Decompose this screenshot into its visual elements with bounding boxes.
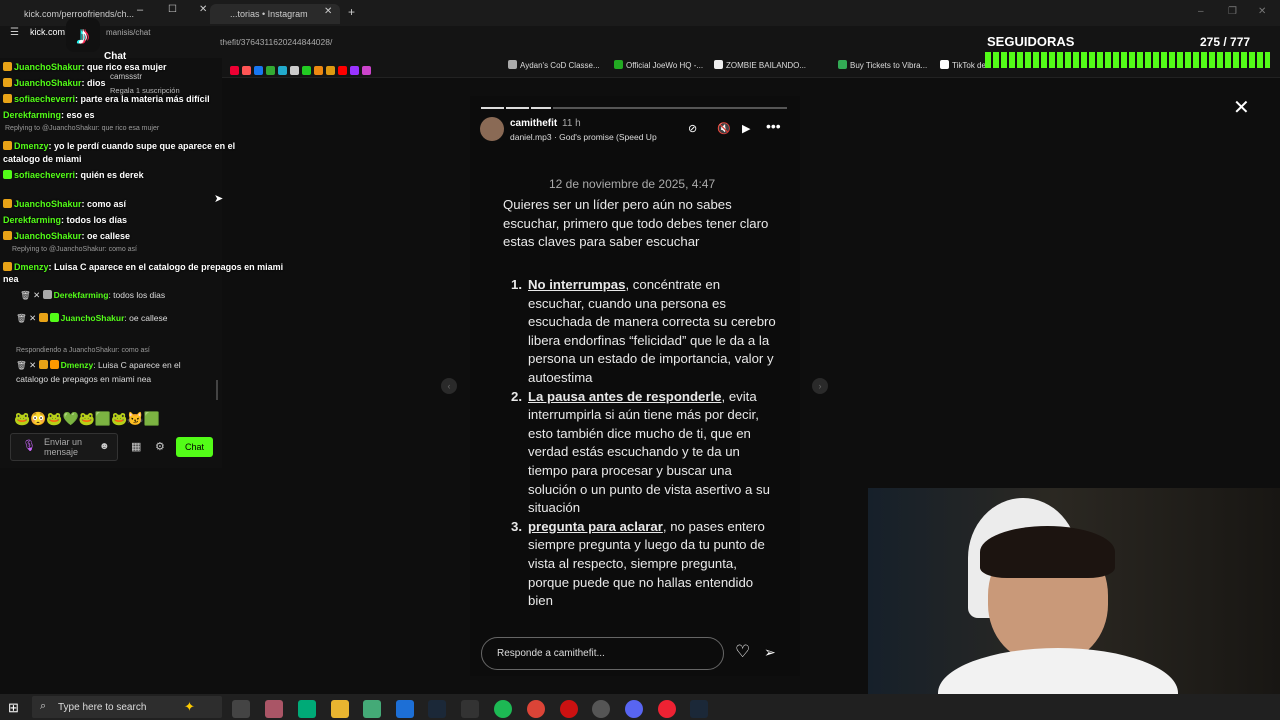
discord-icon[interactable] xyxy=(625,700,643,718)
sub-user: camssstr xyxy=(110,72,142,81)
list-item: 3. pregunta para aclarar, no pases entero… xyxy=(511,518,765,609)
send-icon[interactable]: ➢ xyxy=(764,644,776,661)
chat-line: JuanchoShakur: dios xyxy=(3,78,106,88)
more-options-icon[interactable]: ••• xyxy=(766,118,781,134)
task-view-icon[interactable] xyxy=(232,700,250,718)
chat-scrollbar[interactable] xyxy=(216,380,218,400)
close-window-icon[interactable]: ✕ xyxy=(1258,6,1266,17)
gear-icon[interactable]: ⚙ xyxy=(155,440,165,453)
story-progress-track xyxy=(553,107,787,109)
new-tab-icon[interactable]: + xyxy=(348,5,355,19)
edge-icon[interactable] xyxy=(298,700,316,718)
webcam-feed xyxy=(868,488,1280,720)
chat-line: Dmenzy: Luisa C aparece en el catalogo d… xyxy=(3,262,284,284)
steam-icon[interactable] xyxy=(690,700,708,718)
chat-line: Dmenzy: yo le perdí cuando supe que apar… xyxy=(3,141,236,164)
chat-message: 🗑 ✕ Dmenzy: Luisa C aparece en el catalo… xyxy=(16,360,181,384)
story-age: 11 h xyxy=(562,118,581,129)
bookmark-3[interactable]: ZOMBIE BAILANDO... xyxy=(714,58,806,74)
menu-icon[interactable]: ☰ xyxy=(10,27,19,38)
maximize-icon[interactable]: ☐ xyxy=(168,4,177,15)
close-icon[interactable]: ✕ xyxy=(1233,95,1250,120)
restore-icon[interactable]: ❐ xyxy=(1228,6,1237,17)
chat-line: Derekfarming: todos los días xyxy=(3,215,128,225)
minimize-icon[interactable]: – xyxy=(1198,6,1204,17)
reply-line: Replying to @JuanchoShakur: que rico esa… xyxy=(5,125,160,132)
chat-line: JuanchoShakur: oe callese xyxy=(3,231,130,241)
play-icon[interactable]: ▶ xyxy=(742,122,750,135)
chat-line: sofiaecheverri: parte era la materia más… xyxy=(3,94,210,104)
opera-icon[interactable] xyxy=(560,700,578,718)
sparkle-icon: ✦ xyxy=(184,699,195,714)
person-hair xyxy=(980,526,1115,578)
bookmark-2[interactable]: Official JoeWo HQ -... xyxy=(614,58,703,74)
mute-off-icon[interactable]: ⊘ xyxy=(688,122,697,135)
story-progress-segment xyxy=(506,107,529,109)
next-story-icon[interactable]: › xyxy=(812,378,828,394)
address-main[interactable]: thefit/3764311620244844028/ xyxy=(220,37,332,47)
obs-icon[interactable] xyxy=(592,700,610,718)
chat-line: sofiaecheverri: quién es derek xyxy=(3,170,144,180)
tab-kick[interactable]: kick.com/perroofriends/ch... xyxy=(4,4,134,24)
outlook-icon[interactable] xyxy=(396,700,414,718)
chrome-icon[interactable] xyxy=(527,700,545,718)
story-date: 12 de noviembre de 2025, 4:47 xyxy=(549,177,716,191)
emote-row[interactable]: 🐸😳🐸💚🐸🟩🐸😼🟩 xyxy=(14,411,160,427)
chat-send-button[interactable]: Chat xyxy=(176,437,213,457)
reply-line: Respondiendo a JuanchoShakur: como así xyxy=(16,347,150,354)
copilot-icon[interactable] xyxy=(265,700,283,718)
close-tab-icon[interactable]: ✕ xyxy=(324,6,332,17)
list-item: 1. No interrumpas, concéntrate en escucha… xyxy=(511,277,776,385)
file-explorer-icon[interactable] xyxy=(331,700,349,718)
followers-progress-bar xyxy=(985,52,1270,68)
cursor-icon: ➤ xyxy=(214,193,224,205)
chat-header: Chat xyxy=(104,51,127,62)
gift-icon[interactable]: ▦ xyxy=(131,440,141,453)
story-reply-input[interactable]: Responde a camithefit... xyxy=(481,637,724,670)
chat-line: Derekfarming: eso es xyxy=(3,110,95,120)
story-progress-segment xyxy=(531,107,551,109)
story-song[interactable]: daniel.mp3 · God's promise (Speed Up xyxy=(510,132,675,142)
bookmark-5[interactable]: TikTok de xyxy=(940,58,986,74)
app-icon[interactable] xyxy=(461,700,479,718)
chat-message: 🗑 ✕ JuanchoShakur: oe callese xyxy=(16,313,168,323)
search-icon[interactable]: ⌕ xyxy=(40,700,46,713)
tiktok-logo-icon: ♪ xyxy=(66,18,100,52)
heart-icon[interactable]: ♡ xyxy=(735,642,750,662)
reply-line: Replying to @JuanchoShakur: como así xyxy=(12,246,138,253)
windows-start-icon[interactable]: ⊞ xyxy=(8,700,19,716)
store-icon[interactable] xyxy=(363,700,381,718)
avatar[interactable] xyxy=(480,117,504,141)
chat-input-placeholder[interactable]: Enviar un mensaje xyxy=(44,437,94,457)
address-left[interactable]: kick.com xyxy=(30,27,65,37)
chat-line: JuanchoShakur: que rico esa mujer xyxy=(3,62,167,72)
followers-overlay: SEGUIDORAS 275 / 777 xyxy=(985,34,1280,74)
story-list: 1. No interrumpas, concéntrate en escucha… xyxy=(511,276,778,611)
story-username[interactable]: camithefit xyxy=(510,118,557,129)
tab-instagram[interactable]: ...torias • Instagram xyxy=(210,4,340,24)
app-icon[interactable] xyxy=(658,700,676,718)
prev-story-icon[interactable]: ‹ xyxy=(441,378,457,394)
story-progress-segment xyxy=(481,107,504,109)
volume-muted-icon[interactable]: 🔇 xyxy=(717,122,731,135)
chat-line: JuanchoShakur: como así xyxy=(3,199,126,209)
steam-icon[interactable] xyxy=(428,700,446,718)
taskbar-search-placeholder[interactable]: Type here to search xyxy=(58,702,146,713)
story-viewer: camithefit 11 h daniel.mp3 · God's promi… xyxy=(470,96,800,676)
browser-tab-bar xyxy=(0,0,1280,26)
bookmark-icons xyxy=(230,61,374,79)
bookmark-1[interactable]: Aydan's CoD Classe... xyxy=(508,58,600,74)
emoji-icon[interactable]: ☻ xyxy=(99,441,110,452)
close-window-icon[interactable]: ✕ xyxy=(199,4,207,15)
followers-label: SEGUIDORAS xyxy=(987,34,1075,49)
minimize-icon[interactable]: – xyxy=(137,4,143,16)
chat-message: 🗑 ✕ Derekfarming: todos los dias xyxy=(20,290,166,300)
story-intro: Quieres ser un líder pero aún no sabes e… xyxy=(503,197,769,249)
mic-icon[interactable]: 🎙 xyxy=(22,439,36,452)
followers-count: 275 / 777 xyxy=(1200,35,1251,49)
spotify-icon[interactable] xyxy=(494,700,512,718)
list-item: 2. La pausa antes de responderle, evita i… xyxy=(511,388,770,516)
address-left-path[interactable]: manisis/chat xyxy=(106,28,150,37)
bookmark-4[interactable]: Buy Tickets to Vibra... xyxy=(838,58,927,74)
